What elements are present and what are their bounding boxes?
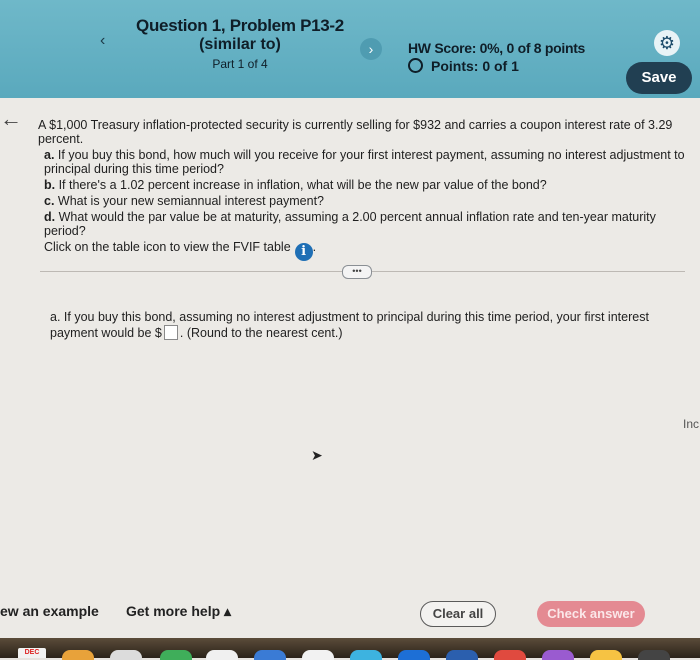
question-part: Part 1 of 4	[212, 57, 268, 71]
problem-part-b: b. If there's a 1.02 percent increase in…	[38, 178, 688, 192]
table-hint: Click on the table icon to view the FVIF…	[44, 240, 317, 261]
dock-app-icon[interactable]	[62, 650, 94, 660]
check-answer-button[interactable]: Check answer	[537, 601, 645, 627]
dock-app-icon[interactable]	[638, 650, 670, 660]
dock-app-icon[interactable]	[254, 650, 286, 660]
more-options-button[interactable]: •••	[342, 265, 372, 279]
next-question-button[interactable]: ›	[360, 38, 382, 60]
points-status: Points: 0 of 1	[408, 58, 519, 74]
dock-app-icon[interactable]	[302, 650, 334, 660]
part-a-text: If you buy this bond, how much will you …	[44, 148, 685, 176]
dock-app-icon[interactable]	[590, 650, 622, 660]
gear-icon[interactable]: ⚙	[654, 30, 680, 56]
part-b-text: If there's a 1.02 percent increase in in…	[55, 178, 547, 192]
part-a-label: a.	[44, 148, 55, 162]
problem-intro: A $1,000 Treasury inflation-protected se…	[38, 118, 673, 146]
problem-part-d: d. What would the par value be at maturi…	[38, 210, 688, 238]
get-more-help-link[interactable]: Get more help ▴	[126, 603, 231, 620]
view-example-link[interactable]: ew an example	[0, 603, 99, 619]
dock-app-icon[interactable]	[206, 650, 238, 660]
dock-app-icon[interactable]	[446, 650, 478, 660]
info-icon[interactable]: i	[294, 243, 313, 261]
dock-app-icon[interactable]	[542, 650, 574, 660]
previous-question-button[interactable]: ‹	[100, 32, 105, 50]
problem-part-a: a. If you buy this bond, how much will y…	[38, 148, 688, 176]
dock-app-icon[interactable]	[350, 650, 382, 660]
back-arrow-icon[interactable]: ←	[0, 106, 22, 132]
part-b-label: b.	[44, 178, 56, 192]
answer-prompt: a. If you buy this bond, assuming no int…	[50, 310, 680, 341]
save-button[interactable]: Save	[626, 62, 692, 94]
answer-text-after: . (Round to the nearest cent.)	[179, 326, 343, 340]
dock-app-icon[interactable]	[494, 650, 526, 660]
dock-app-icon[interactable]	[110, 650, 142, 660]
part-c-label: c.	[44, 194, 55, 208]
calendar-dock-icon[interactable]: DEC	[18, 648, 46, 658]
mouse-cursor-icon: ➤	[311, 447, 323, 463]
points-text: Points: 0 of 1	[431, 58, 519, 74]
part-d-label: d.	[44, 210, 56, 224]
problem-statement: A $1,000 Treasury inflation-protected se…	[38, 118, 688, 263]
answer-text-before: a. If you buy this bond, assuming no int…	[50, 310, 649, 340]
edge-truncated-label: Inc	[683, 417, 700, 431]
dock-app-icon[interactable]	[398, 650, 430, 660]
table-hint-text: Click on the table icon to view the FVIF…	[44, 240, 291, 254]
part-d-text: What would the par value be at maturity,…	[44, 210, 656, 238]
dock-app-icon[interactable]	[160, 650, 192, 660]
hw-score: HW Score: 0%, 0 of 8 points	[408, 40, 586, 56]
problem-part-c: c. What is your new semiannual interest …	[38, 194, 688, 208]
question-subtitle: (similar to)	[199, 36, 281, 53]
part-c-text: What is your new semiannual interest pay…	[54, 194, 325, 208]
points-circle-icon	[408, 58, 423, 73]
question-title: Question 1, Problem P13-2	[136, 16, 344, 35]
answer-input[interactable]	[163, 325, 178, 340]
clear-all-button[interactable]: Clear all	[420, 601, 496, 627]
